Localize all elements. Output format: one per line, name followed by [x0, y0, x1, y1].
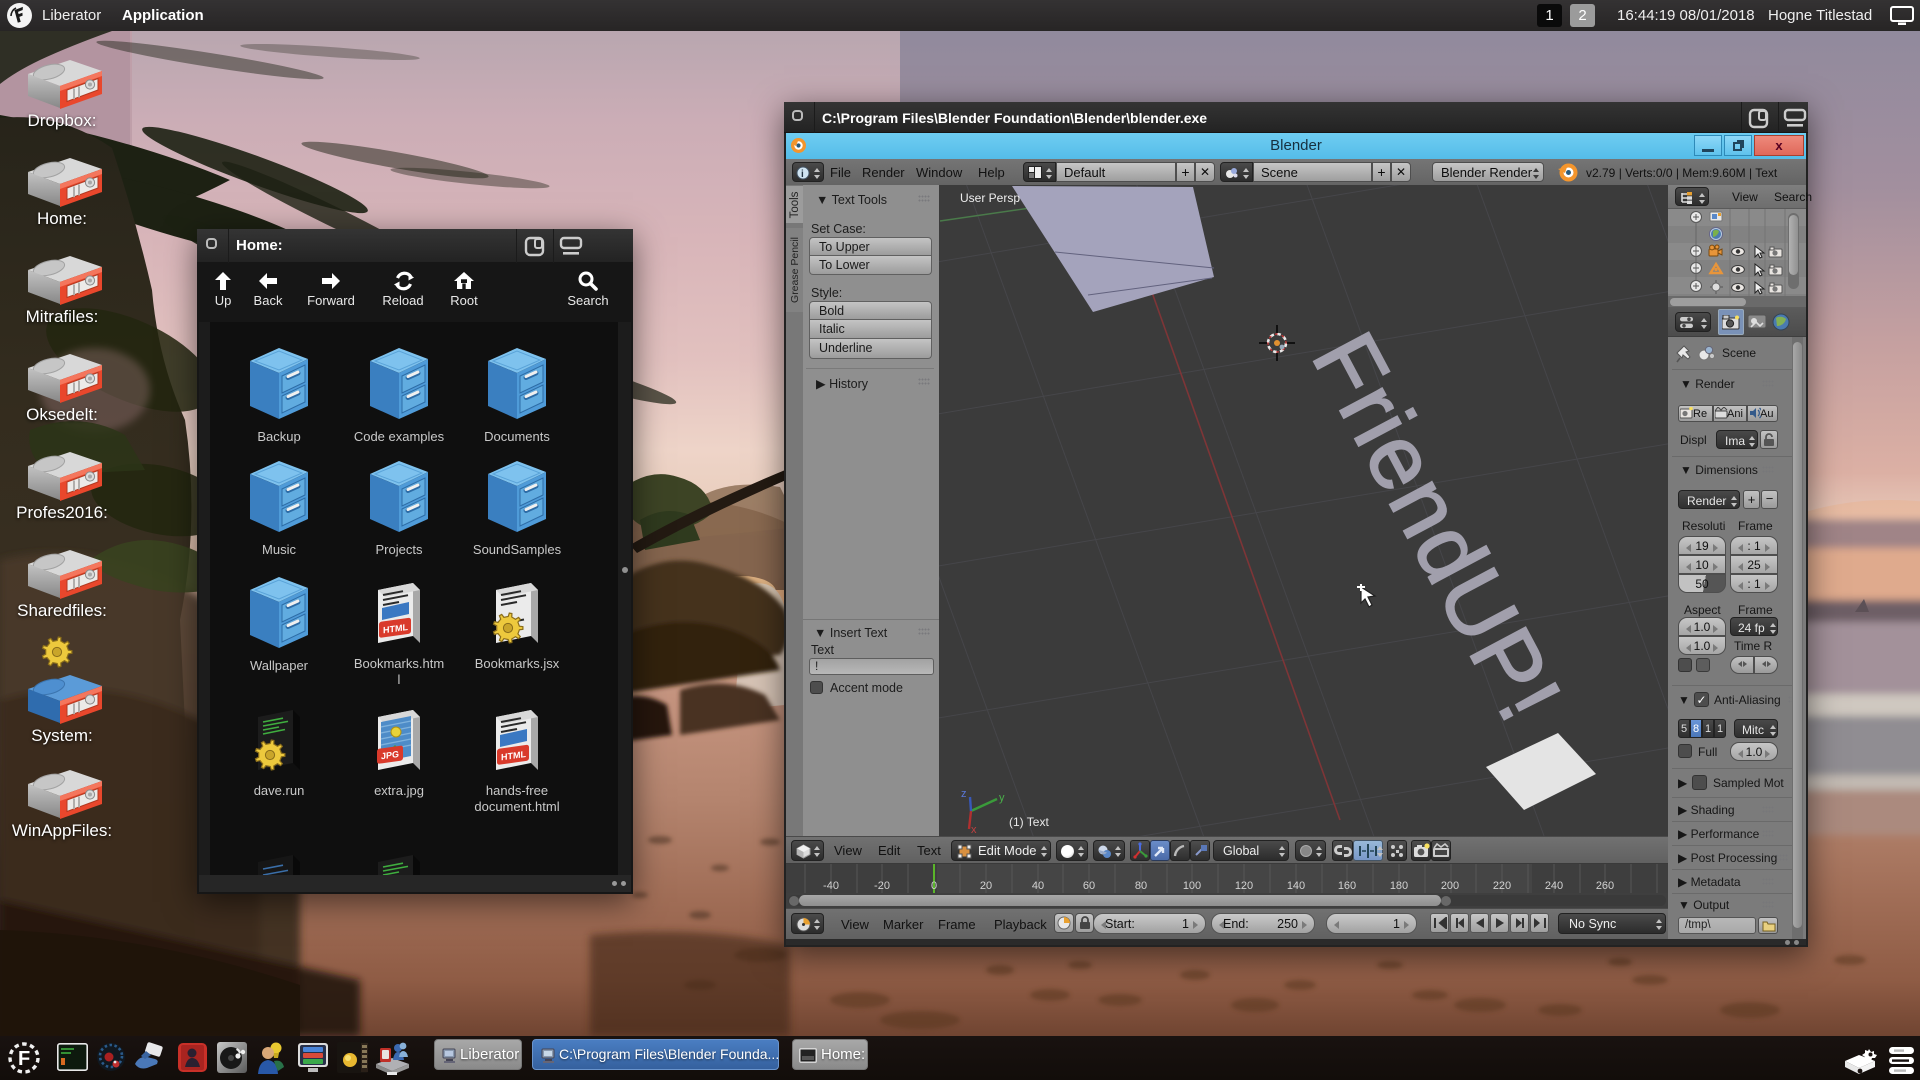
svg-text:200: 200: [1441, 880, 1459, 892]
svg-text:60: 60: [1083, 880, 1095, 892]
svg-text:140: 140: [1287, 880, 1305, 892]
svg-text:z: z: [961, 788, 967, 800]
svg-text:0: 0: [931, 880, 937, 892]
svg-text:20: 20: [980, 880, 992, 892]
svg-text:160: 160: [1338, 880, 1356, 892]
svg-text:i: i: [801, 169, 804, 180]
svg-text:100: 100: [1183, 880, 1201, 892]
svg-text:220: 220: [1493, 880, 1511, 892]
svg-text:80: 80: [1135, 880, 1147, 892]
svg-text:40: 40: [1032, 880, 1044, 892]
svg-text:-40: -40: [823, 880, 839, 892]
svg-text:F: F: [18, 1048, 30, 1070]
svg-text:-20: -20: [874, 880, 890, 892]
svg-text:180: 180: [1390, 880, 1408, 892]
svg-text:y: y: [999, 792, 1005, 804]
svg-text:260: 260: [1596, 880, 1614, 892]
svg-text:x: x: [971, 824, 977, 835]
svg-text:240: 240: [1545, 880, 1563, 892]
svg-text:120: 120: [1235, 880, 1253, 892]
